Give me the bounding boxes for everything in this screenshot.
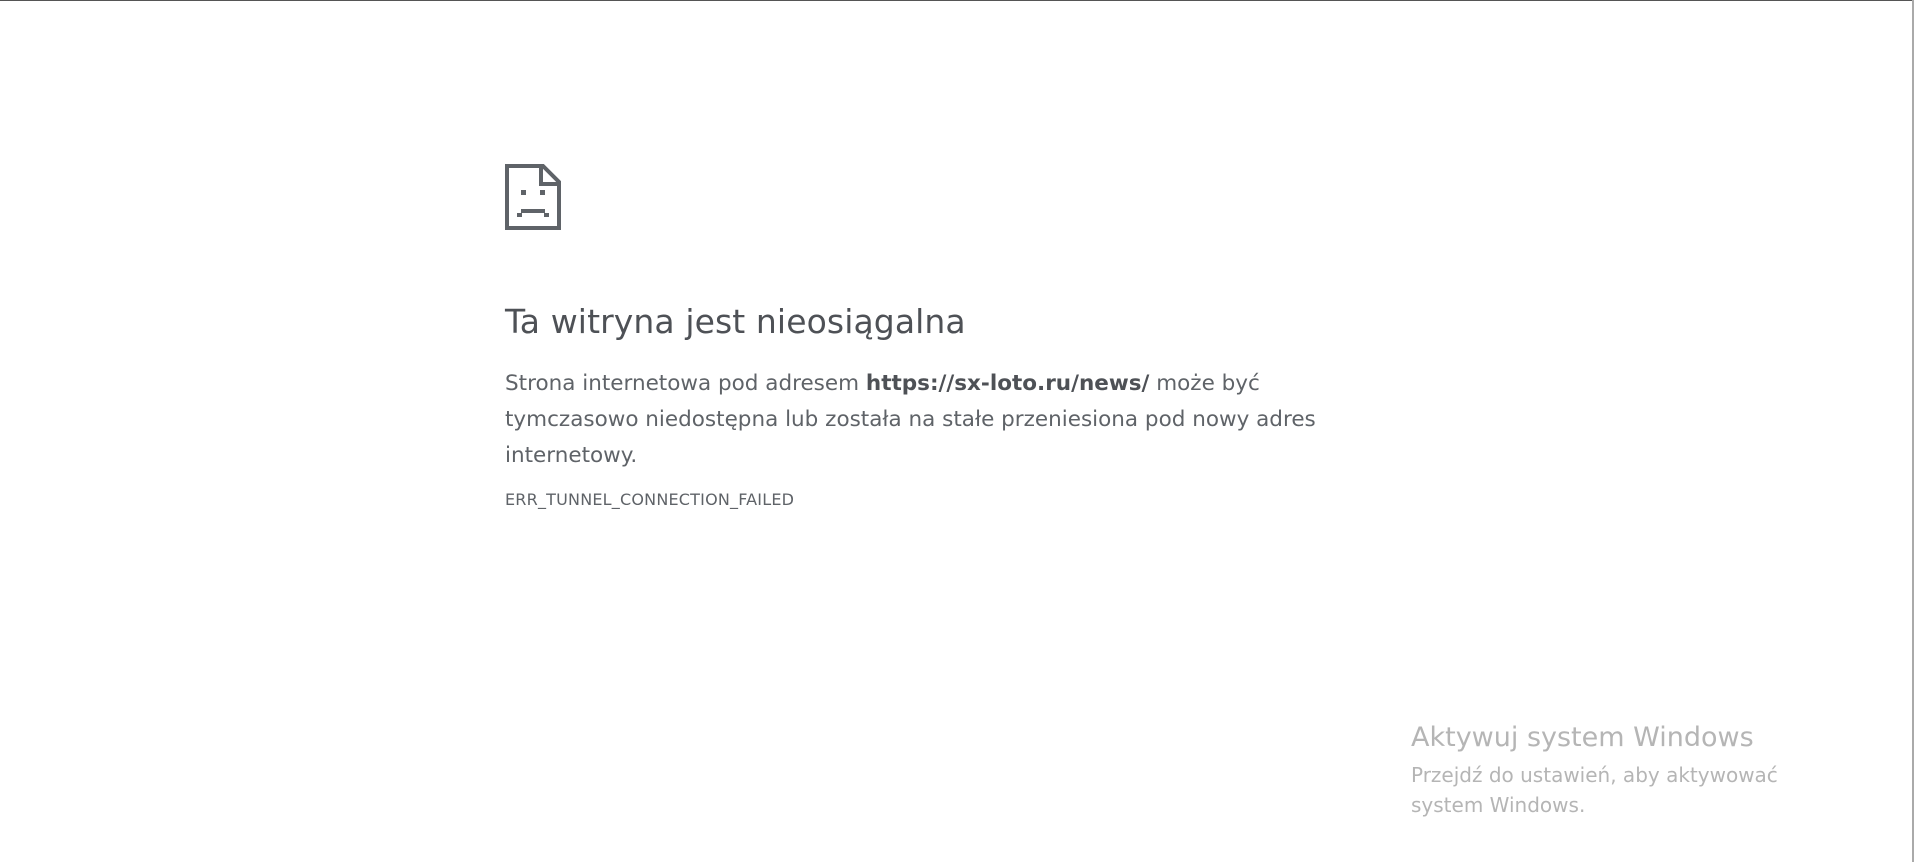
page-title: Ta witryna jest nieosiągalna bbox=[505, 302, 966, 341]
sad-document-icon bbox=[505, 164, 561, 230]
error-code: ERR_TUNNEL_CONNECTION_FAILED bbox=[505, 489, 795, 509]
error-description: Strona internetowa pod adresem https://s… bbox=[505, 366, 1385, 474]
watermark-title: Aktywuj system Windows bbox=[1411, 722, 1754, 753]
windows-activation-watermark: Aktywuj system Windows Przejdź do ustawi… bbox=[1411, 722, 1851, 820]
watermark-subtitle: Przejdź do ustawień, aby aktywować syste… bbox=[1411, 763, 1778, 818]
browser-viewport: Ta witryna jest nieosiągalna Strona inte… bbox=[0, 0, 1914, 862]
top-border bbox=[0, 0, 1914, 1]
failed-url: https://sx-loto.ru/news/ bbox=[865, 370, 1150, 396]
error-content: Ta witryna jest nieosiągalna Strona inte… bbox=[505, 164, 1385, 509]
description-before: Strona internetowa pod adresem bbox=[505, 370, 866, 396]
